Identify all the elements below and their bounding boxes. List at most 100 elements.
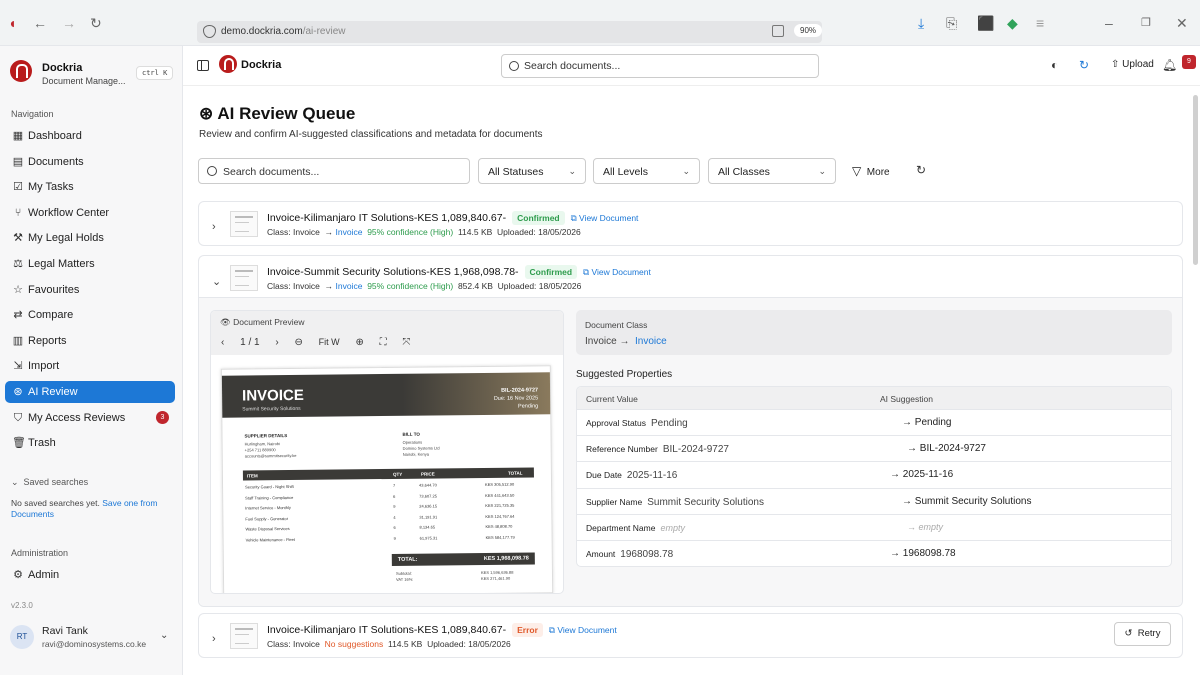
back-icon[interactable]: ← <box>33 16 47 30</box>
theme-toggle-icon[interactable]: ◐ <box>1051 59 1058 71</box>
prev-page-icon[interactable]: ‹ <box>221 337 224 348</box>
chevron-down-icon: ⌄ <box>568 166 576 176</box>
property-ai-suggestion[interactable]: → 1968098.78 <box>890 548 956 559</box>
sidebar-brand[interactable]: Dockria Document Manage... ctrl K <box>10 60 178 90</box>
document-meta: Class: Invoice → Invoice 95% confidence … <box>267 281 582 291</box>
sidebar-item-documents[interactable]: ▤ Documents <box>5 151 175 173</box>
retry-button[interactable]: ↺ Retry <box>1114 622 1171 646</box>
url-text[interactable]: demo.dockria.com/ai-review <box>221 26 346 37</box>
zoom-in-icon[interactable]: ⊕ <box>355 337 363 348</box>
sidebar-item-label: Documents <box>28 155 84 168</box>
queue-search[interactable] <box>198 158 470 184</box>
refresh-icon[interactable]: ↻ <box>916 163 926 177</box>
page-indicator: 1 / 1 <box>240 337 260 348</box>
bell-icon[interactable]: 🔔︎ <box>1162 59 1177 71</box>
close-window-icon[interactable]: ✕ <box>1176 16 1188 30</box>
notification-count: 9 <box>1182 55 1196 69</box>
chevron-right-icon[interactable]: › <box>212 221 216 233</box>
chevron-down-icon: ⌄ <box>160 630 169 641</box>
shield-extension-icon[interactable]: ◆ <box>1007 16 1018 30</box>
sidebar-item-compare[interactable]: ⇄ Compare <box>5 304 175 326</box>
share-icon[interactable]: ⎘ <box>946 16 957 30</box>
document-row-expanded[interactable]: ⌄ Invoice-Summit Security Solutions-KES … <box>198 255 1183 607</box>
zoom-out-icon[interactable]: ⊖ <box>295 337 303 348</box>
invoice-header: INVOICE Summit Security Solutions BIL-20… <box>221 372 551 418</box>
suggested-class-link[interactable]: Invoice <box>635 336 667 347</box>
sidebar-item-dashboard[interactable]: ▦ Dashboard <box>5 125 175 147</box>
restore-icon[interactable]: ❐ <box>1141 16 1151 30</box>
downloads-icon[interactable]: ⤓ <box>918 16 924 30</box>
property-name: Amount 1968098.78 <box>586 549 674 560</box>
user-menu[interactable]: RT Ravi Tank ravi@dominosystems.co.ke ⌄ <box>10 622 175 652</box>
property-ai-suggestion[interactable]: → empty <box>907 522 943 532</box>
global-search-input[interactable] <box>524 58 804 74</box>
sidebar-item-trash[interactable]: 🗑︎ Trash <box>5 432 175 454</box>
page-scrollbar[interactable] <box>1193 95 1198 265</box>
class-filter[interactable]: All Classes ⌄ <box>708 158 836 184</box>
user-email: ravi@dominosystems.co.ke <box>42 639 147 649</box>
extension-icon[interactable]: ⬛ <box>977 16 994 30</box>
document-class-label: Document Class <box>585 320 648 330</box>
sidebar-item-label: Dashboard <box>28 130 82 142</box>
sidebar-item-my-tasks[interactable]: ☑ My Tasks <box>5 176 175 198</box>
properties-table-header: Current Value AI Suggestion <box>577 387 1171 409</box>
property-ai-suggestion[interactable]: → Summit Security Solutions <box>902 496 1032 507</box>
sidebar-item-workflow-center[interactable]: ⑂ Workflow Center <box>5 202 175 224</box>
avatar: RT <box>10 625 34 649</box>
sidebar-item-reports[interactable]: ▥ Reports <box>5 330 175 352</box>
property-row: Amount 1968098.78 → 1968098.78 <box>577 540 1171 566</box>
main-content: ⊛ AI Review Queue Review and confirm AI-… <box>183 86 1200 675</box>
property-ai-suggestion[interactable]: → BIL-2024-9727 <box>907 443 986 454</box>
queue-search-input[interactable] <box>223 164 463 180</box>
property-current-value: 2025-11-16 <box>626 470 678 482</box>
view-document-link[interactable]: ⧉ View Document <box>571 213 639 223</box>
header-brand: Dockria <box>241 59 282 71</box>
collapse-icon[interactable]: ⤧ <box>402 337 410 348</box>
minimize-icon[interactable]: – <box>1105 16 1113 30</box>
sidebar-item-favourites[interactable]: ☆ Favourites <box>5 279 175 301</box>
sync-icon[interactable]: ↻ <box>1079 59 1089 71</box>
address-bar[interactable]: demo.dockria.com/ai-review 90% <box>197 21 823 43</box>
global-search[interactable] <box>501 54 819 78</box>
compare-icon: ⇄ <box>13 309 23 322</box>
sidebar-item-ai-review[interactable]: ⊛ AI Review <box>5 381 175 403</box>
property-ai-suggestion[interactable]: → Pending <box>902 417 951 428</box>
sidebar-item-my-legal-holds[interactable]: ⚒ My Legal Holds <box>5 227 175 249</box>
level-filter[interactable]: All Levels ⌄ <box>593 158 700 184</box>
status-filter[interactable]: All Statuses ⌄ <box>478 158 586 184</box>
upload-button[interactable]: ⇧ Upload <box>1111 59 1154 70</box>
reload-icon[interactable]: ↻ <box>90 16 102 30</box>
next-page-icon[interactable]: › <box>275 337 278 348</box>
fullscreen-icon[interactable]: ⛶ <box>380 337 387 348</box>
sidebar-item-label: Reports <box>28 334 67 347</box>
browser-menu-lines-icon[interactable]: ≡ <box>1036 16 1044 30</box>
forward-icon[interactable]: → <box>62 16 76 30</box>
command-shortcut[interactable]: ctrl K <box>136 66 174 80</box>
property-current-value: BIL-2024-9727 <box>662 444 729 456</box>
chart-icon: ▥ <box>12 334 24 347</box>
browser-menu-icon[interactable]: ◖ <box>8 16 16 30</box>
fit-width-button[interactable]: Fit W <box>319 337 340 347</box>
site-shield-icon <box>203 25 216 38</box>
view-document-link[interactable]: ⧉ View Document <box>583 267 651 277</box>
gavel-icon: ⚒ <box>13 232 23 245</box>
view-document-link[interactable]: ⧉ View Document <box>549 625 617 635</box>
sidebar-item-legal-matters[interactable]: ⚖ Legal Matters <box>5 253 175 275</box>
reader-mode-icon[interactable] <box>772 25 784 37</box>
chevron-down-icon[interactable]: ⌄ <box>212 275 221 288</box>
status-badge: Error <box>512 623 543 637</box>
sidebar-item-my-access-reviews[interactable]: ⛉ My Access Reviews 3 <box>5 407 175 429</box>
document-row[interactable]: › Invoice-Kilimanjaro IT Solutions-KES 1… <box>198 613 1183 658</box>
property-ai-suggestion[interactable]: → 2025-11-16 <box>890 469 953 480</box>
sidebar-item-admin[interactable]: ⚙ Admin <box>5 564 175 586</box>
zoom-level[interactable]: 90% <box>794 24 823 37</box>
document-row[interactable]: › Invoice-Kilimanjaro IT Solutions-KES 1… <box>198 201 1183 246</box>
chevron-right-icon[interactable]: › <box>212 633 216 645</box>
document-title: Invoice-Kilimanjaro IT Solutions-KES 1,0… <box>267 623 617 637</box>
more-filters-button[interactable]: ▽ More <box>852 164 890 178</box>
brand-subtitle: Document Manage... <box>42 76 126 86</box>
saved-searches-toggle[interactable]: ⌄ Saved searches <box>11 477 88 488</box>
sidebar-item-import[interactable]: ⇲ Import <box>5 355 175 377</box>
toggle-sidebar-icon[interactable] <box>197 60 209 71</box>
document-icon: ▤ <box>12 155 24 168</box>
